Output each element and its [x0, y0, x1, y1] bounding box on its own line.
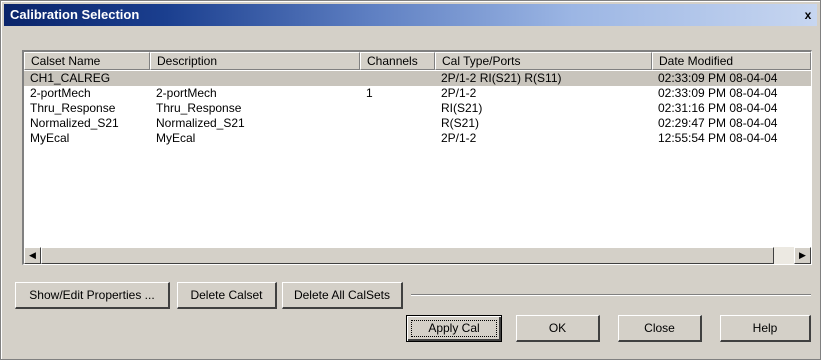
cell-cal-type: 2P/1-2 RI(S21) R(S11) — [441, 71, 562, 85]
close-button[interactable]: Close — [618, 315, 702, 342]
apply-cal-label: Apply Cal — [428, 321, 480, 335]
cell-cal-type: R(S21) — [441, 116, 480, 130]
cell-calset-name: 2-portMech — [30, 86, 91, 100]
calibration-selection-dialog: Calibration Selection x Calset Name Desc… — [0, 0, 821, 360]
table-row[interactable]: Thru_Response Thru_Response RI(S21) 02:3… — [24, 101, 811, 116]
column-header-calset-name[interactable]: Calset Name — [24, 52, 150, 70]
cell-calset-name: Normalized_S21 — [30, 116, 119, 130]
close-icon[interactable]: x — [801, 8, 815, 22]
column-header-channels[interactable]: Channels — [360, 52, 435, 70]
column-header-description[interactable]: Description — [150, 52, 360, 70]
cell-calset-name: CH1_CALREG — [30, 71, 111, 85]
table-row[interactable]: 2-portMech 2-portMech 1 2P/1-2 02:33:09 … — [24, 86, 811, 101]
cell-cal-type: RI(S21) — [441, 101, 483, 115]
show-edit-properties-button[interactable]: Show/Edit Properties ... — [15, 282, 170, 309]
cell-description: MyEcal — [156, 131, 196, 145]
calset-list[interactable]: Calset Name Description Channels Cal Typ… — [22, 50, 812, 265]
list-body: CH1_CALREG 2P/1-2 RI(S21) R(S11) 02:33:0… — [24, 71, 811, 243]
table-row[interactable]: CH1_CALREG 2P/1-2 RI(S21) R(S11) 02:33:0… — [24, 71, 811, 86]
cell-channels: 1 — [366, 86, 373, 100]
cell-cal-type: 2P/1-2 — [441, 86, 477, 100]
title-bar: Calibration Selection x — [4, 4, 817, 26]
cell-cal-type: 2P/1-2 — [441, 131, 477, 145]
column-header-date-modified[interactable]: Date Modified — [652, 52, 811, 70]
list-header: Calset Name Description Channels Cal Typ… — [24, 52, 811, 71]
table-row[interactable]: MyEcal MyEcal 2P/1-2 12:55:54 PM 08-04-0… — [24, 131, 811, 146]
apply-cal-button[interactable]: Apply Cal — [406, 315, 502, 342]
scroll-right-icon[interactable]: ▶ — [794, 247, 811, 264]
cell-calset-name: MyEcal — [30, 131, 70, 145]
ok-button[interactable]: OK — [516, 315, 600, 342]
cell-date-modified: 12:55:54 PM 08-04-04 — [658, 131, 778, 145]
delete-calset-button[interactable]: Delete Calset — [177, 282, 277, 309]
horizontal-scrollbar[interactable]: ◀ ▶ — [24, 247, 811, 264]
cell-calset-name: Thru_Response — [30, 101, 116, 115]
scrollbar-thumb[interactable] — [41, 247, 774, 264]
cell-description: 2-portMech — [156, 86, 217, 100]
separator-line — [411, 294, 811, 296]
scroll-left-icon[interactable]: ◀ — [24, 247, 41, 264]
column-header-cal-type[interactable]: Cal Type/Ports — [435, 52, 652, 70]
cell-date-modified: 02:31:16 PM 08-04-04 — [658, 101, 778, 115]
cell-date-modified: 02:29:47 PM 08-04-04 — [658, 116, 778, 130]
cell-date-modified: 02:33:09 PM 08-04-04 — [658, 71, 778, 85]
window-title: Calibration Selection — [10, 7, 140, 22]
delete-all-calsets-button[interactable]: Delete All CalSets — [282, 282, 403, 309]
cell-date-modified: 02:33:09 PM 08-04-04 — [658, 86, 778, 100]
cell-description: Normalized_S21 — [156, 116, 245, 130]
cell-description: Thru_Response — [156, 101, 242, 115]
table-row[interactable]: Normalized_S21 Normalized_S21 R(S21) 02:… — [24, 116, 811, 131]
help-button[interactable]: Help — [720, 315, 811, 342]
